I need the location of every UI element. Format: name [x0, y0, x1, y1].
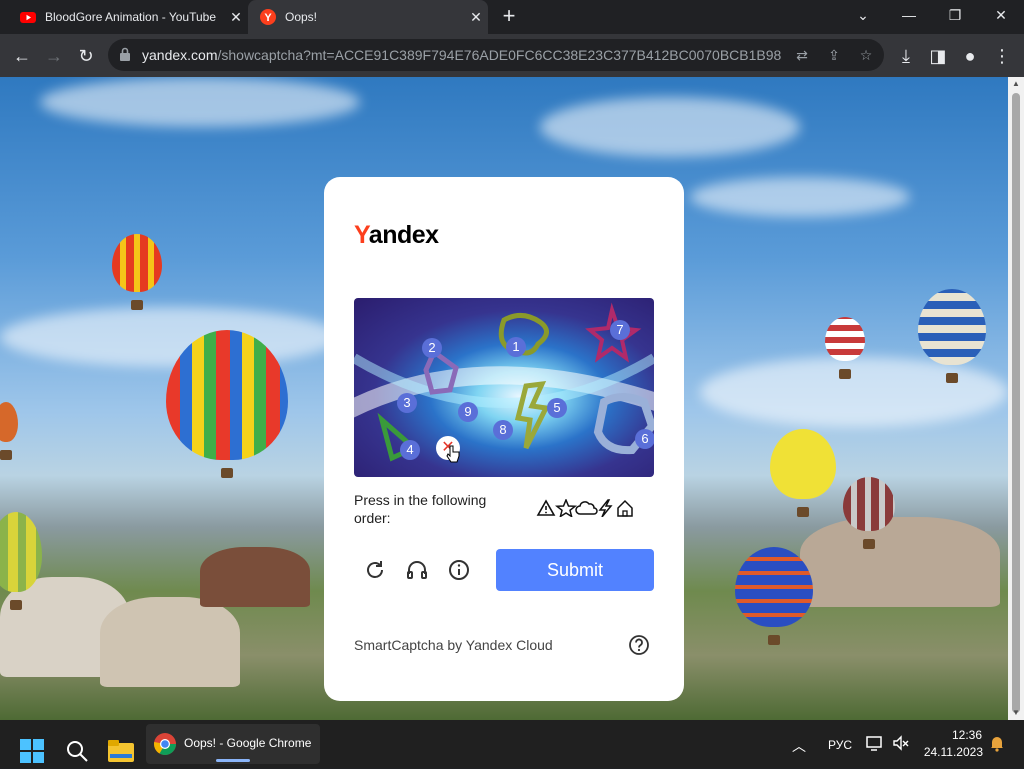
- restore-button[interactable]: ❐: [932, 0, 978, 30]
- tab-close-icon[interactable]: ✕: [464, 9, 488, 26]
- marker-7[interactable]: 7: [610, 320, 630, 340]
- audio-headphones-icon[interactable]: [405, 558, 429, 582]
- cloud: [700, 357, 1008, 427]
- lightning-shape-icon: [514, 380, 550, 450]
- minimize-button[interactable]: —: [886, 0, 932, 30]
- marker-4[interactable]: 4: [400, 440, 420, 460]
- hot-air-balloon: [918, 289, 986, 383]
- tab-title: BloodGore Animation - YouTube: [45, 10, 217, 24]
- active-indicator: [216, 759, 250, 762]
- submit-button[interactable]: Submit: [496, 549, 654, 591]
- scrollbar-thumb[interactable]: [1012, 93, 1020, 713]
- windows-start-icon[interactable]: [20, 733, 44, 769]
- url-text: yandex.com/showcaptcha?mt=ACCE91C389F794…: [142, 47, 782, 63]
- clock-time[interactable]: 12:36: [950, 728, 982, 742]
- captcha-card: Yandex 2 1 7 3 9 5 8 4 6 ✕ Press in the …: [324, 177, 684, 701]
- menu-icon[interactable]: ⋮: [989, 43, 1015, 69]
- close-window-button[interactable]: ✕: [978, 0, 1024, 30]
- hot-air-balloon: [112, 234, 162, 310]
- back-button[interactable]: ←: [9, 43, 35, 69]
- marker-5[interactable]: 5: [547, 398, 567, 418]
- clock-date[interactable]: 24.11.2023: [921, 745, 983, 759]
- marker-8[interactable]: 8: [493, 420, 513, 440]
- hot-air-balloon: [770, 429, 836, 517]
- rock-formation: [800, 517, 1000, 607]
- cloud: [40, 77, 360, 127]
- scroll-up-icon[interactable]: ▲: [1011, 79, 1021, 89]
- yandex-logo: Yandex: [354, 221, 439, 249]
- taskbar: Oops! - Google Chrome ︿ РУС 12:36 24.11.…: [0, 720, 1024, 768]
- hot-air-balloon: [735, 547, 813, 645]
- show-hidden-icons-icon[interactable]: ︿: [792, 736, 806, 756]
- page-background: Yandex 2 1 7 3 9 5 8 4 6 ✕ Press in the …: [0, 77, 1008, 720]
- language-indicator[interactable]: РУС: [828, 738, 852, 752]
- taskbar-app-label: Oops! - Google Chrome: [184, 736, 312, 750]
- tab-title: Oops!: [285, 10, 318, 24]
- side-panel-icon[interactable]: ◨: [925, 43, 951, 69]
- marker-3[interactable]: 3: [397, 393, 417, 413]
- home-icon: [617, 499, 633, 517]
- hot-air-balloon: [825, 317, 865, 379]
- marker-1[interactable]: 1: [506, 337, 526, 357]
- hot-air-balloon: [0, 512, 42, 610]
- youtube-icon: [20, 12, 36, 23]
- rock-formation: [200, 547, 310, 607]
- forward-button[interactable]: →: [41, 43, 67, 69]
- new-tab-button[interactable]: +: [498, 5, 520, 27]
- address-bar[interactable]: yandex.com/showcaptcha?mt=ACCE91C389F794…: [108, 39, 884, 71]
- cloud: [540, 97, 800, 157]
- marker-6[interactable]: 6: [635, 429, 654, 449]
- browser-toolbar: ← → ↻ yandex.com/showcaptcha?mt=ACCE91C3…: [0, 34, 1024, 77]
- profile-icon[interactable]: ●: [957, 43, 983, 69]
- captcha-shapes: [354, 302, 654, 462]
- scroll-down-icon[interactable]: ▼: [1011, 708, 1021, 718]
- footer-text: SmartCaptcha by Yandex Cloud: [354, 637, 553, 653]
- hot-air-balloon: [0, 402, 18, 460]
- captcha-image[interactable]: 2 1 7 3 9 5 8 4 6 ✕: [354, 298, 654, 477]
- svg-text:Y: Y: [264, 12, 272, 24]
- yandex-icon: Y: [260, 9, 276, 25]
- tab-youtube[interactable]: BloodGore Animation - YouTube ✕: [8, 0, 248, 34]
- bookmark-star-icon[interactable]: ☆: [856, 45, 876, 65]
- page-scrollbar[interactable]: ▲ ▼: [1008, 77, 1024, 720]
- cloud: [690, 177, 910, 217]
- lock-icon: [120, 47, 130, 61]
- taskbar-chrome-app[interactable]: Oops! - Google Chrome: [146, 724, 320, 764]
- order-icons: [536, 499, 633, 517]
- file-explorer-icon[interactable]: [108, 733, 134, 769]
- tab-close-icon[interactable]: ✕: [224, 9, 248, 26]
- instruction-text: Press in the following order:: [354, 492, 487, 526]
- chrome-icon: [154, 733, 176, 755]
- hand-cursor-icon: [446, 445, 460, 463]
- share-icon[interactable]: ⇪: [824, 45, 844, 65]
- download-icon[interactable]: ⤓: [893, 43, 919, 69]
- tab-oops[interactable]: Y Oops! ✕: [248, 0, 488, 34]
- hot-air-balloon: [843, 477, 895, 549]
- marker-2[interactable]: 2: [422, 338, 442, 358]
- volume-muted-icon[interactable]: [892, 734, 910, 752]
- rock-formation: [100, 597, 240, 687]
- help-icon[interactable]: [628, 634, 650, 656]
- marker-9[interactable]: 9: [458, 402, 478, 422]
- hot-air-balloon: [166, 330, 288, 478]
- cloud: [0, 307, 340, 367]
- translate-icon[interactable]: ⇄: [792, 45, 812, 65]
- cloud-icon: [575, 501, 598, 515]
- network-icon[interactable]: [866, 734, 884, 752]
- lightning-icon: [598, 499, 613, 517]
- star-icon: [554, 499, 578, 517]
- notification-bell-icon[interactable]: [988, 734, 1006, 752]
- info-icon[interactable]: [447, 558, 471, 582]
- reload-button[interactable]: ↻: [73, 43, 99, 69]
- refresh-icon[interactable]: [363, 558, 387, 582]
- search-icon[interactable]: [65, 733, 89, 769]
- tab-search-icon[interactable]: ⌄: [840, 0, 886, 30]
- tab-strip: BloodGore Animation - YouTube ✕ Y Oops! …: [0, 0, 1024, 34]
- warning-icon: [536, 499, 556, 516]
